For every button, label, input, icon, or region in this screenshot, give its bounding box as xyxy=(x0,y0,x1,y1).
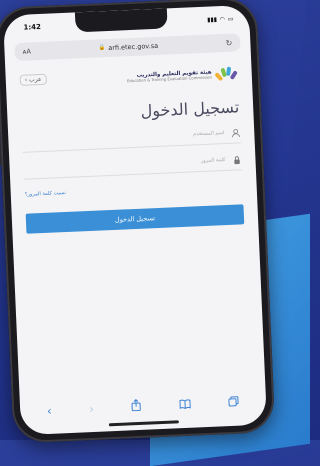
wifi-icon: ◠ xyxy=(220,15,225,22)
browser-toolbar: ‹ › xyxy=(20,393,266,419)
bookmarks-icon[interactable] xyxy=(179,397,192,412)
logo: هيئة تقويم التعليم والتدريب Education & … xyxy=(127,65,238,86)
password-field[interactable]: كلمة المرور xyxy=(23,149,242,179)
user-icon xyxy=(230,127,240,137)
logo-english: Education & Training Evaluation Commissi… xyxy=(127,75,212,83)
lock-field-icon xyxy=(231,154,241,164)
battery-icon: ▭ xyxy=(227,15,233,22)
status-icons: ▮▮▮ ◠ ▭ xyxy=(207,15,233,23)
home-indicator[interactable] xyxy=(109,420,179,426)
forward-icon[interactable]: › xyxy=(89,401,94,415)
tabs-icon[interactable] xyxy=(228,395,240,409)
page-title: تسجيل الدخول xyxy=(21,97,240,125)
username-placeholder: اسم المستخدم xyxy=(193,130,224,137)
phone-screen: 1:42 ▮▮▮ ◠ ▭ ᴀA 🔒 arfi.etec.gov.sa ↻ ‹ ع… xyxy=(3,5,267,435)
language-toggle[interactable]: ‹ عرب xyxy=(20,74,47,86)
back-icon[interactable]: ‹ xyxy=(47,403,52,417)
forgot-password-link[interactable]: نسيت كلمة المرور؟ xyxy=(25,182,243,198)
username-field[interactable]: اسم المستخدم xyxy=(22,122,241,152)
page-header: ‹ عرب هيئة تقويم التعليم والتدريب Educat… xyxy=(20,65,238,90)
text-size-button[interactable]: ᴀA xyxy=(22,47,31,55)
login-button[interactable]: تسجيل الدخول xyxy=(26,204,245,233)
logo-text: هيئة تقويم التعليم والتدريب Education & … xyxy=(127,69,212,83)
password-placeholder: كلمة المرور xyxy=(201,157,226,164)
signal-icon: ▮▮▮ xyxy=(207,16,217,23)
page-content: ‹ عرب هيئة تقويم التعليم والتدريب Educat… xyxy=(6,65,259,235)
url-text: arfi.etec.gov.sa xyxy=(108,42,158,52)
notch xyxy=(75,8,168,32)
logo-mark-icon xyxy=(215,65,238,82)
volume-down-button xyxy=(0,140,2,166)
share-icon[interactable] xyxy=(131,399,142,414)
reload-icon[interactable]: ↻ xyxy=(225,38,232,47)
status-time: 1:42 xyxy=(23,23,41,32)
url-display[interactable]: 🔒 arfi.etec.gov.sa xyxy=(98,42,158,53)
lock-icon: 🔒 xyxy=(98,45,105,51)
phone-frame: 1:42 ▮▮▮ ◠ ▭ ᴀA 🔒 arfi.etec.gov.sa ↻ ‹ ع… xyxy=(0,0,275,444)
